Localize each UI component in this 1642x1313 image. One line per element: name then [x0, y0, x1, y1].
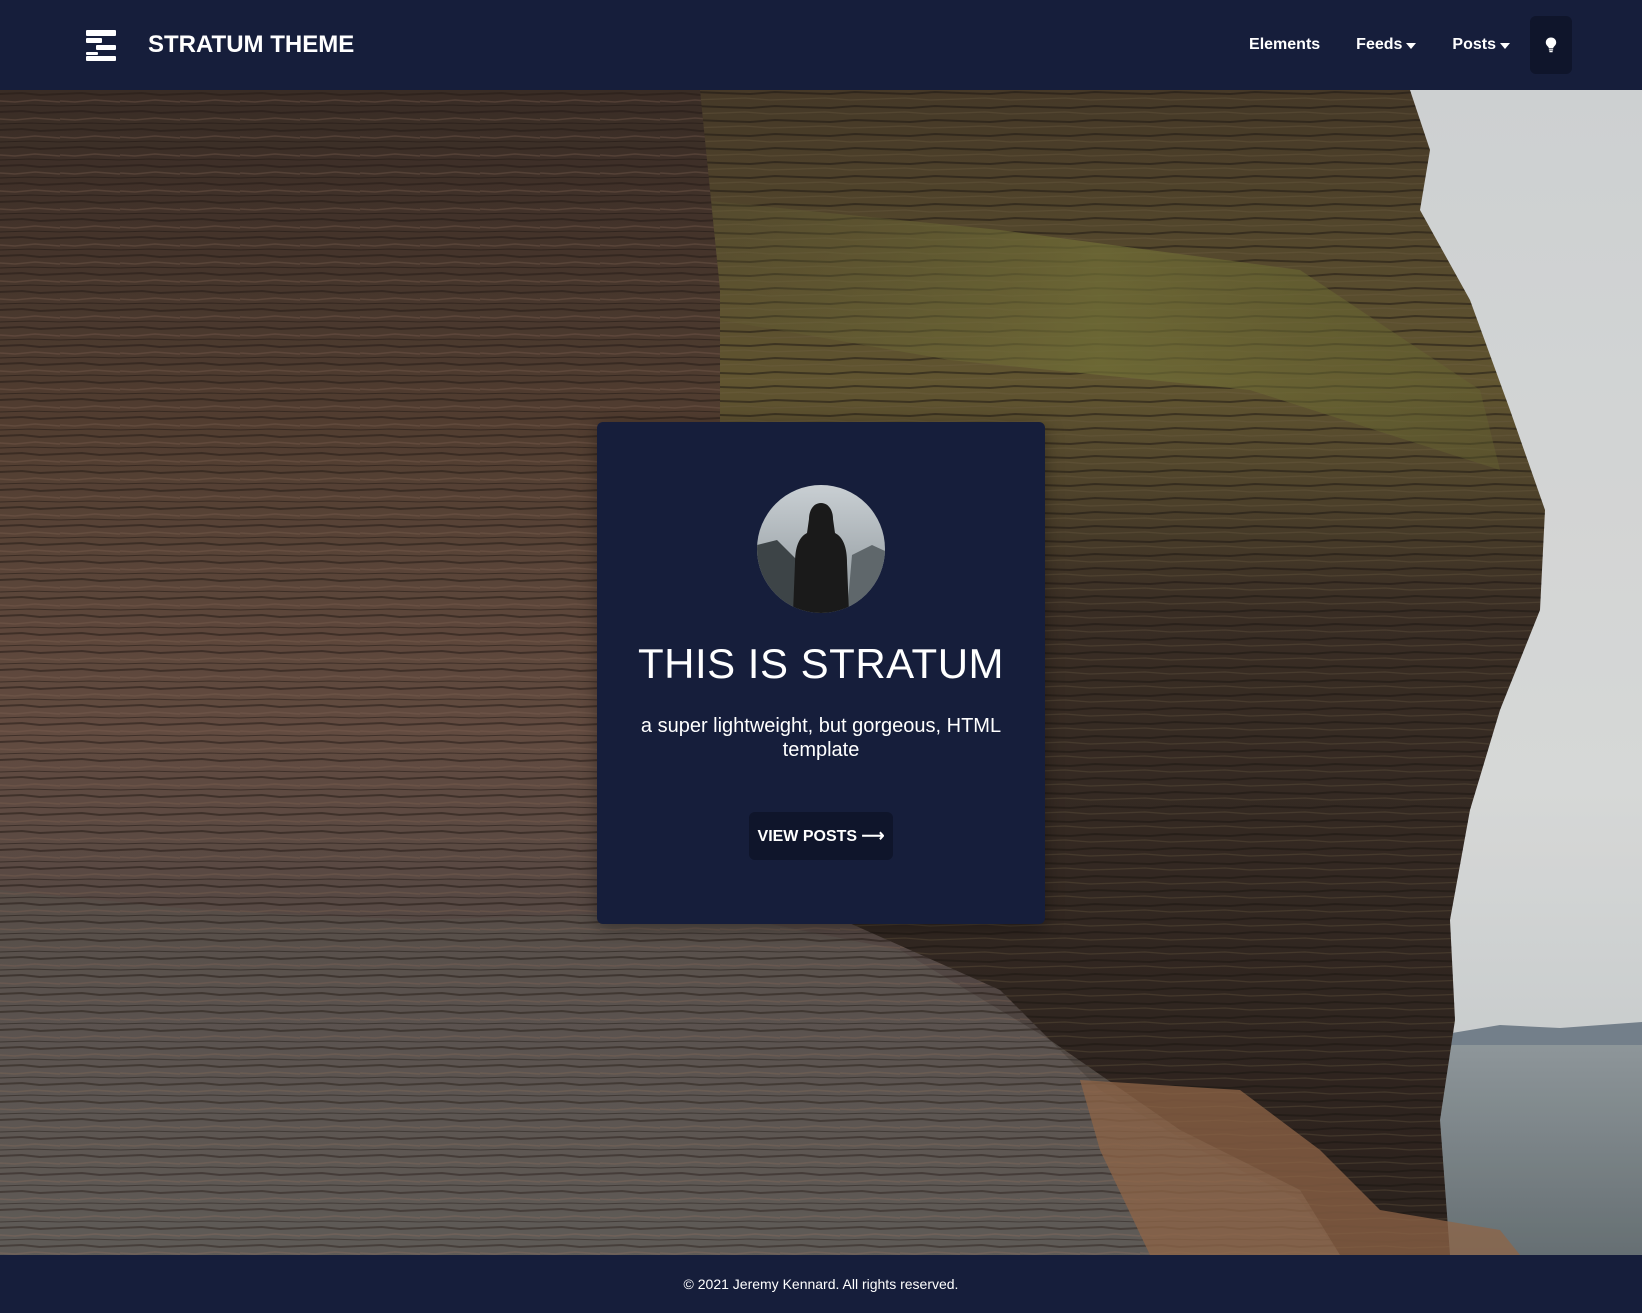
brand-link[interactable]: STRATUM THEME: [84, 0, 354, 90]
stratum-logo-icon: [86, 30, 116, 61]
brand-title: STRATUM THEME: [148, 31, 355, 58]
nav-link-posts-label: Posts: [1452, 36, 1496, 53]
nav-link-feeds-label: Feeds: [1356, 36, 1403, 53]
hooded-figure-avatar-image: [757, 485, 885, 613]
view-posts-button[interactable]: VIEW POSTS ⟶: [749, 812, 893, 860]
top-navbar: STRATUM THEME Elements Feeds Posts: [0, 0, 1642, 90]
nav-link-elements[interactable]: Elements: [1249, 36, 1320, 54]
copyright-text: © 2021 Jeremy Kennard. All rights reserv…: [683, 1276, 959, 1292]
caret-down-icon: [1500, 42, 1510, 49]
intro-card: THIS IS STRATUM a super lightweight, but…: [597, 422, 1045, 924]
hero-title: THIS IS STRATUM: [637, 640, 1005, 687]
avatar: [757, 485, 885, 613]
caret-down-icon: [1406, 42, 1417, 49]
hero-section: THIS IS STRATUM a super lightweight, but…: [0, 90, 1642, 1255]
footer: © 2021 Jeremy Kennard. All rights reserv…: [0, 1255, 1642, 1313]
nav-links: Elements Feeds Posts: [1213, 0, 1572, 90]
theme-toggle-button[interactable]: [1530, 16, 1572, 74]
lightbulb-icon: [1545, 37, 1557, 53]
nav-link-posts[interactable]: Posts: [1452, 36, 1510, 54]
hero-subtitle: a super lightweight, but gorgeous, HTML …: [640, 715, 1002, 761]
nav-link-feeds[interactable]: Feeds: [1356, 36, 1417, 54]
nav-link-elements-label: Elements: [1249, 36, 1321, 53]
